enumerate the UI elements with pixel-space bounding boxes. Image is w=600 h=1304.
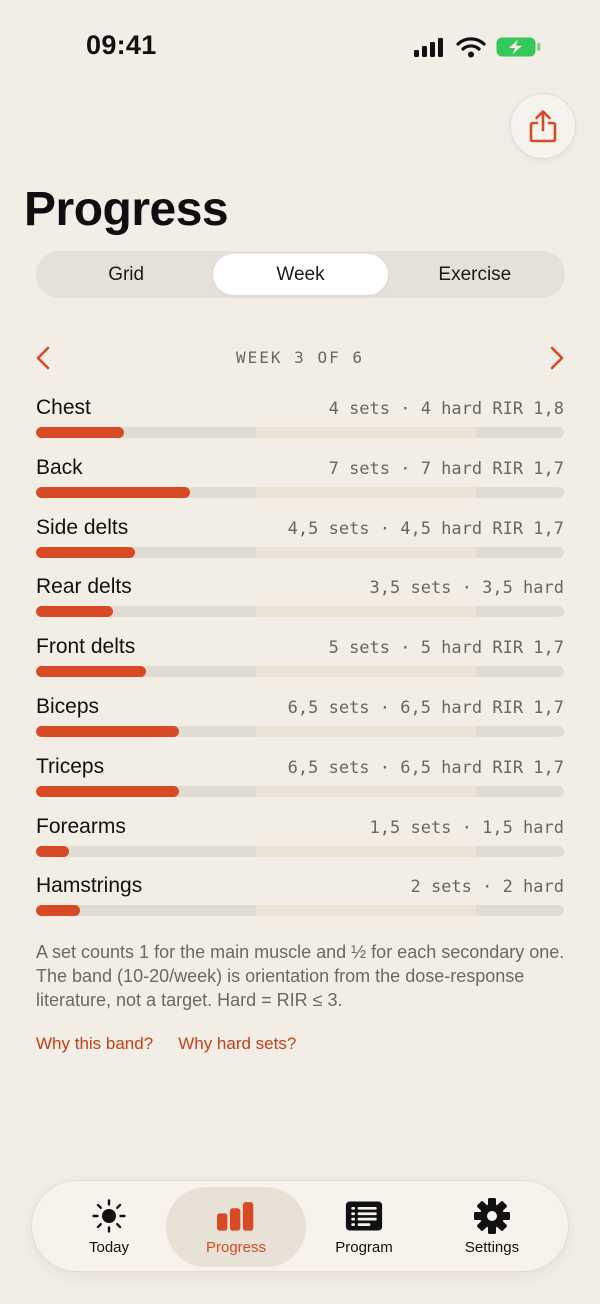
muscle-stats: 7 sets · 7 hard RIR 1,7 [328,458,564,479]
why-hard-sets-link[interactable]: Why hard sets? [178,1034,296,1054]
target-band [256,845,476,857]
target-band [256,606,476,618]
muscle-stats: 1,5 sets · 1,5 hard [369,817,564,838]
status-bar: 09:41 [0,0,600,96]
volume-track [36,725,564,737]
week-label: WEEK 3 OF 6 [236,348,364,367]
muscle-name: Forearms [36,814,126,838]
page-title: Progress [24,183,229,236]
muscle-name: Triceps [36,754,105,778]
volume-fill [36,606,113,618]
muscle-name: Chest [36,396,91,419]
target-band [256,546,476,558]
volume-track [36,606,564,618]
muscle-stats: 2 sets · 2 hard [410,877,564,898]
segment-grid[interactable]: Grid [39,254,213,295]
muscle-stats: 4,5 sets · 4,5 hard RIR 1,7 [287,518,564,539]
muscle-row[interactable]: Triceps 6,5 sets · 6,5 hard RIR 1,7 [36,751,564,811]
muscle-stats: 4 sets · 4 hard RIR 1,8 [328,399,564,419]
volume-track [36,785,564,797]
target-band [256,785,476,797]
muscle-volume-list: Chest 4 sets · 4 hard RIR 1,8 Back 7 sets ·… [36,392,564,930]
info-links: Why this band? Why hard sets? [36,1034,296,1054]
status-icons [414,36,542,58]
chevron-right-icon[interactable] [542,344,570,372]
cellular-signal-icon [414,38,443,57]
muscle-name: Rear delts [36,575,132,599]
muscle-row[interactable]: Hamstrings 2 sets · 2 hard [36,870,564,930]
week-navigation: WEEK 3 OF 6 [0,340,600,376]
tab-progress-label: Progress [205,1238,267,1256]
volume-track [36,666,564,678]
target-band [256,905,476,917]
tab-today[interactable]: Today [39,1187,179,1267]
battery-charging-icon [496,37,541,57]
tab-settings[interactable]: Settings [422,1187,562,1267]
share-icon [529,110,557,143]
muscle-stats: 6,5 sets · 6,5 hard RIR 1,7 [287,757,564,778]
muscle-name: Front delts [36,635,136,659]
volume-fill [36,486,190,498]
volume-fill [36,785,179,797]
target-band [256,427,476,438]
volume-fill [36,427,124,438]
target-band [256,725,476,737]
muscle-name: Back [36,455,83,479]
muscle-row[interactable]: Forearms 1,5 sets · 1,5 hard [36,811,564,871]
volume-fill [36,725,179,737]
bar-chart-icon [217,1201,254,1231]
muscle-stats: 3,5 sets · 3,5 hard [369,578,564,599]
tab-today-label: Today [88,1238,130,1256]
volume-fill [36,905,80,917]
muscle-name: Biceps [36,694,100,718]
volume-track [36,486,564,498]
footnote: A set counts 1 for the main muscle and ½… [36,942,565,1010]
muscle-row[interactable]: Back 7 sets · 7 hard RIR 1,7 [36,452,564,512]
muscle-row[interactable]: Chest 4 sets · 4 hard RIR 1,8 [36,392,564,452]
status-time: 09:41 [86,30,157,60]
target-band [256,666,476,678]
segment-exercise[interactable]: Exercise [388,254,562,295]
muscle-name: Hamstrings [36,874,143,898]
muscle-row[interactable]: Side delts 4,5 sets · 4,5 hard RIR 1,7 [36,512,564,572]
muscle-row[interactable]: Biceps 6,5 sets · 6,5 hard RIR 1,7 [36,691,564,751]
volume-track [36,546,564,558]
share-button[interactable] [510,93,576,159]
volume-track [36,905,564,917]
muscle-stats: 6,5 sets · 6,5 hard RIR 1,7 [287,697,564,718]
target-band [256,486,476,498]
volume-fill [36,546,135,558]
muscle-name: Side delts [36,515,129,539]
volume-track [36,845,564,857]
tab-progress[interactable]: Progress [166,1187,306,1267]
volume-track [36,427,564,438]
volume-fill [36,845,69,857]
tab-program-label: Program [335,1238,393,1256]
why-band-link[interactable]: Why this band? [36,1034,153,1054]
muscle-row[interactable]: Rear delts 3,5 sets · 3,5 hard [36,571,564,631]
sun-icon [92,1198,126,1233]
volume-fill [36,666,146,678]
view-segmented-control: Grid Week Exercise [36,251,565,298]
muscle-stats: 5 sets · 5 hard RIR 1,7 [328,638,564,659]
tab-settings-label: Settings [464,1238,520,1256]
wifi-icon [456,37,486,58]
tab-program[interactable]: Program [294,1187,434,1267]
tab-bar: Today Progress Program Settings [31,1180,569,1272]
gear-icon [474,1197,510,1234]
segment-week[interactable]: Week [213,254,388,295]
muscle-row[interactable]: Front delts 5 sets · 5 hard RIR 1,7 [36,631,564,691]
list-icon [345,1201,383,1230]
